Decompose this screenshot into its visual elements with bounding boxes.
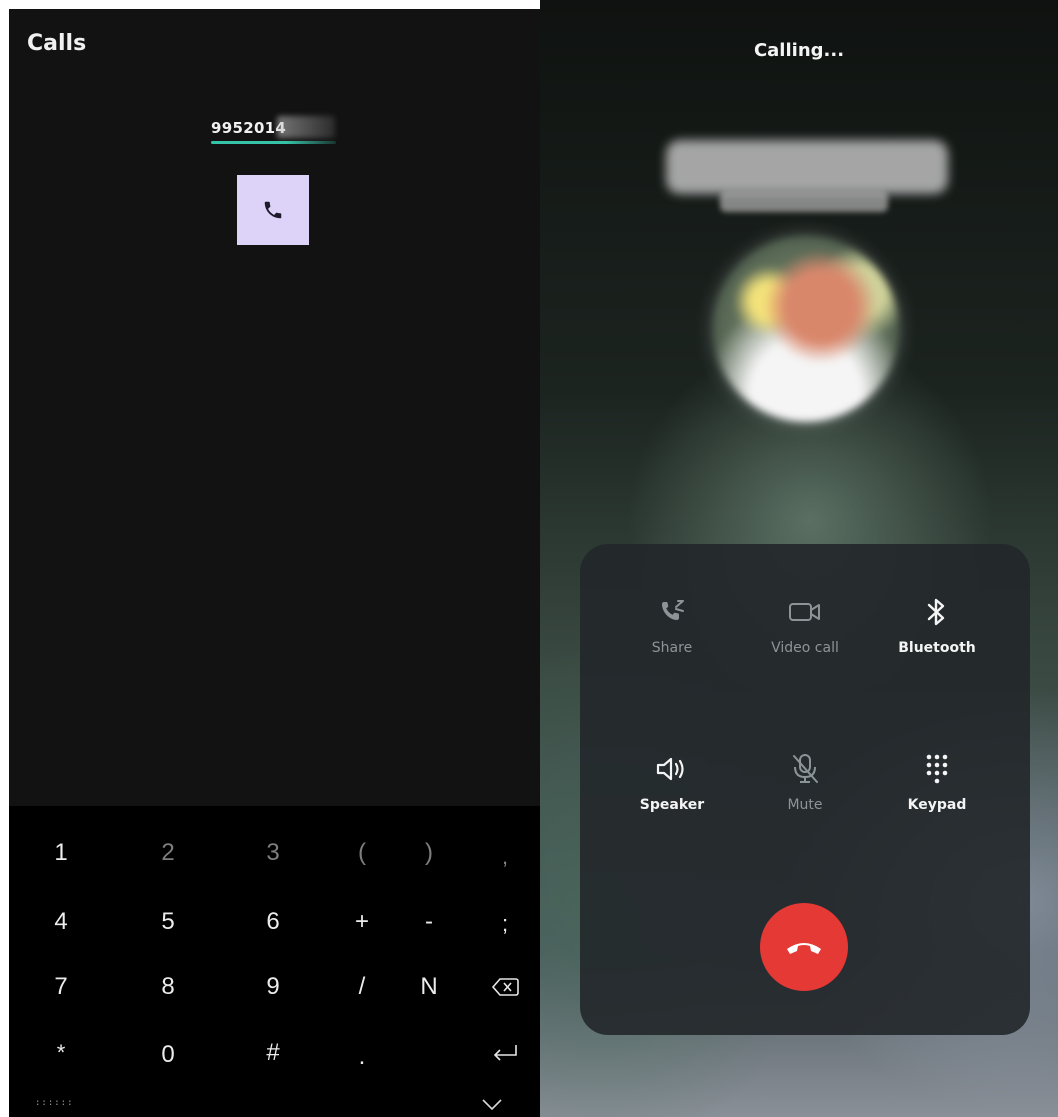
keyboard: 1 2 3 ( ) , 4 5 6 + - ; 7 8 9 / N * 0 # …: [9, 806, 540, 1117]
key-8[interactable]: 8: [133, 962, 203, 1012]
keypad-button[interactable]: Keypad: [877, 749, 997, 813]
video-call-label: Video call: [771, 640, 839, 656]
enter-key[interactable]: [470, 1028, 540, 1078]
bluetooth-button[interactable]: Bluetooth: [877, 592, 997, 656]
video-call-button[interactable]: Video call: [745, 592, 865, 656]
chevron-down-icon: [482, 1099, 502, 1111]
contact-name-redacted: [666, 140, 948, 194]
call-controls-panel: Share Video call Bluetooth Speaker Mute …: [580, 544, 1030, 1035]
video-camera-icon: [789, 603, 820, 621]
backspace-key[interactable]: [470, 962, 540, 1012]
speaker-button[interactable]: Speaker: [612, 749, 732, 813]
key-6[interactable]: 6: [238, 897, 308, 947]
key-5[interactable]: 5: [133, 897, 203, 947]
key-star[interactable]: *: [26, 1028, 96, 1078]
key-2[interactable]: 2: [133, 828, 203, 878]
key-minus[interactable]: -: [394, 897, 464, 947]
bluetooth-label: Bluetooth: [898, 640, 976, 656]
dialer-screen: Calls 9952014 1 2 3 ( ) , 4 5 6 + - ; 7 …: [9, 9, 540, 1117]
key-plus[interactable]: +: [327, 897, 397, 947]
speaker-label: Speaker: [639, 797, 705, 813]
key-3[interactable]: 3: [238, 828, 308, 878]
share-button[interactable]: Share: [612, 592, 732, 656]
call-button[interactable]: [237, 175, 309, 245]
phone-icon: [264, 201, 282, 219]
contact-number-redacted: [720, 190, 888, 212]
key-4[interactable]: 4: [26, 897, 96, 947]
keypad-label: Keypad: [907, 797, 967, 813]
mute-button[interactable]: Mute: [745, 749, 865, 813]
key-open-paren[interactable]: (: [327, 828, 397, 878]
dialed-number[interactable]: 9952014: [211, 119, 286, 137]
number-underline: [211, 141, 336, 144]
key-7[interactable]: 7: [26, 962, 96, 1012]
key-n[interactable]: N: [394, 962, 464, 1012]
mute-label: Mute: [787, 797, 823, 813]
key-9[interactable]: 9: [238, 962, 308, 1012]
key-hash[interactable]: #: [238, 1028, 308, 1078]
key-0[interactable]: 0: [133, 1030, 203, 1080]
page-title: Calls: [27, 31, 87, 56]
microphone-off-icon: [793, 754, 818, 783]
number-redaction: [277, 116, 335, 138]
share-label: Share: [651, 640, 693, 656]
call-screen: Calling... Share Video call Bluetooth Sp…: [540, 0, 1058, 1117]
speaker-icon: [656, 757, 684, 781]
hang-up-icon: [787, 943, 821, 954]
key-close-paren[interactable]: ): [394, 828, 464, 878]
call-status: Calling...: [753, 40, 845, 61]
key-period[interactable]: .: [327, 1032, 397, 1082]
keypad-icon: [926, 754, 948, 784]
key-slash[interactable]: /: [327, 962, 397, 1012]
keyboard-handle[interactable]: ::::::: [35, 1098, 74, 1108]
key-comma[interactable]: ,: [470, 832, 540, 882]
backspace-icon: [491, 978, 519, 996]
call-share-icon: [662, 600, 684, 620]
enter-icon: [493, 1045, 517, 1061]
bluetooth-icon: [927, 598, 945, 626]
hide-keyboard-button[interactable]: [479, 1098, 505, 1116]
key-semicolon[interactable]: ;: [470, 899, 540, 949]
end-call-button[interactable]: [760, 903, 848, 991]
key-1[interactable]: 1: [26, 828, 96, 878]
avatar: [713, 236, 899, 422]
